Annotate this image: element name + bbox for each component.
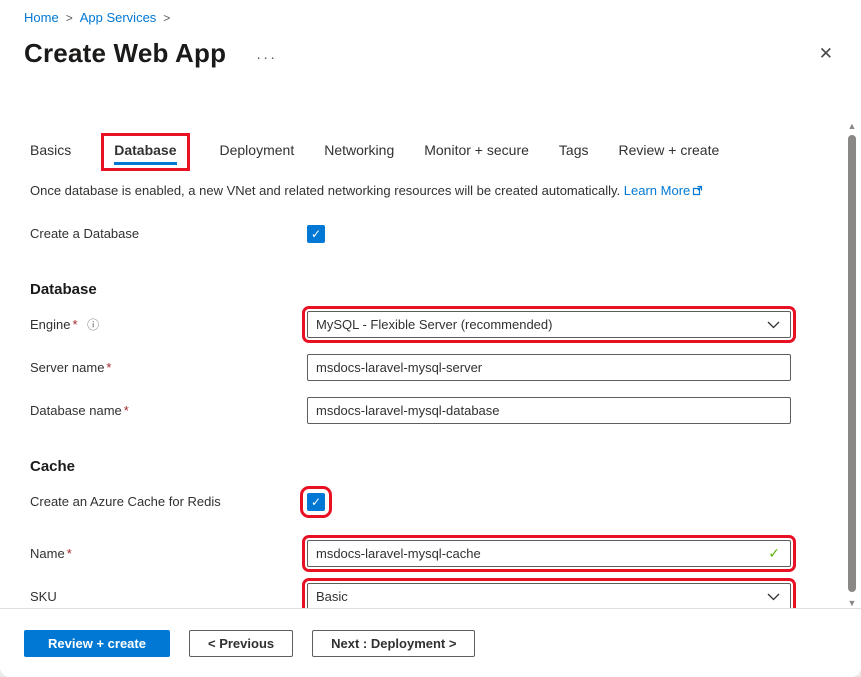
sku-dropdown[interactable]: Basic — [302, 578, 796, 615]
more-menu-icon[interactable]: ··· — [256, 42, 277, 65]
sku-label: SKU — [30, 589, 57, 604]
database-section-heading: Database — [30, 281, 97, 298]
required-marker: * — [106, 360, 112, 375]
breadcrumb: Home > App Services > — [24, 10, 170, 25]
tab-basics[interactable]: Basics — [30, 142, 71, 168]
vnet-notice-text: Once database is enabled, a new VNet and… — [30, 183, 621, 198]
engine-dropdown[interactable]: MySQL - Flexible Server (recommended) — [302, 306, 796, 343]
close-icon[interactable]: ✕ — [819, 44, 833, 64]
create-database-checkbox[interactable]: ✓ — [307, 224, 325, 243]
cache-name-label-text: Name — [30, 546, 65, 561]
info-icon[interactable]: ⓘ — [87, 318, 99, 332]
database-tab-content: Basics Database Deployment Networking Mo… — [30, 126, 800, 615]
required-marker: * — [123, 403, 129, 418]
database-name-label-text: Database name — [30, 403, 122, 418]
breadcrumb-separator: > — [65, 10, 73, 25]
external-link-icon — [692, 184, 703, 199]
server-name-label-text: Server name — [30, 360, 105, 375]
wizard-footer: Review + create < Previous Next : Deploy… — [0, 608, 861, 677]
chevron-down-icon — [767, 317, 780, 332]
server-name-row: Server name * — [30, 354, 800, 381]
create-database-row: Create a Database ✓ — [30, 220, 800, 247]
required-marker: * — [66, 546, 72, 561]
scroll-up-icon[interactable]: ▲ — [846, 120, 858, 132]
valid-check-icon: ✓ — [768, 545, 780, 561]
database-name-label: Database name * — [30, 403, 307, 418]
engine-label-text: Engine — [30, 317, 71, 332]
create-cache-checkbox[interactable]: ✓ — [300, 485, 332, 518]
breadcrumb-home-link[interactable]: Home — [24, 10, 59, 25]
engine-row: Engine * ⓘ MySQL - Flexible Server (recom… — [30, 306, 800, 343]
create-web-app-panel: Home > App Services > Create Web App ···… — [0, 0, 861, 677]
breadcrumb-app-services-link[interactable]: App Services — [80, 10, 157, 25]
tab-database[interactable]: Database — [101, 133, 190, 171]
database-name-input[interactable] — [307, 397, 791, 424]
cache-name-row: Name* ✓ — [30, 535, 800, 572]
vnet-notice: Once database is enabled, a new VNet and… — [30, 183, 800, 199]
previous-button[interactable]: < Previous — [189, 629, 294, 657]
engine-dropdown-value: MySQL - Flexible Server (recommended) — [316, 317, 553, 332]
create-database-label: Create a Database — [30, 226, 140, 241]
cache-name-label: Name * — [30, 546, 307, 561]
cache-name-field: ✓ — [302, 535, 796, 572]
engine-label: Engine * ⓘ — [30, 316, 307, 333]
page-title: Create Web App — [24, 38, 227, 68]
cache-section-heading: Cache — [30, 458, 76, 475]
tab-monitor-secure[interactable]: Monitor + secure — [424, 142, 529, 168]
learn-more-link[interactable]: Learn More — [624, 183, 690, 198]
title-row: Create Web App ··· — [24, 38, 277, 69]
required-marker: * — [72, 317, 78, 332]
vertical-scrollbar[interactable]: ▲ ▼ — [846, 120, 858, 609]
database-name-row: Database name * — [30, 397, 800, 424]
tab-networking[interactable]: Networking — [324, 142, 394, 168]
chevron-down-icon — [767, 589, 780, 604]
create-cache-row: Create an Azure Cache for Redis ✓ — [30, 485, 800, 518]
cache-name-input[interactable] — [308, 541, 769, 566]
sku-row: SKU Basic — [30, 578, 800, 615]
create-cache-label: Create an Azure Cache for Redis — [30, 494, 221, 509]
tab-review-create[interactable]: Review + create — [618, 142, 719, 168]
sku-dropdown-value: Basic — [316, 589, 348, 604]
tab-tags[interactable]: Tags — [559, 142, 589, 168]
wizard-tabs: Basics Database Deployment Networking Mo… — [30, 126, 800, 171]
tab-deployment[interactable]: Deployment — [220, 142, 295, 168]
server-name-input[interactable] — [307, 354, 791, 381]
next-deployment-button[interactable]: Next : Deployment > — [312, 629, 476, 657]
server-name-label: Server name * — [30, 360, 307, 375]
review-create-button[interactable]: Review + create — [24, 629, 170, 657]
scrollbar-thumb[interactable] — [848, 135, 856, 592]
breadcrumb-separator: > — [163, 10, 171, 25]
